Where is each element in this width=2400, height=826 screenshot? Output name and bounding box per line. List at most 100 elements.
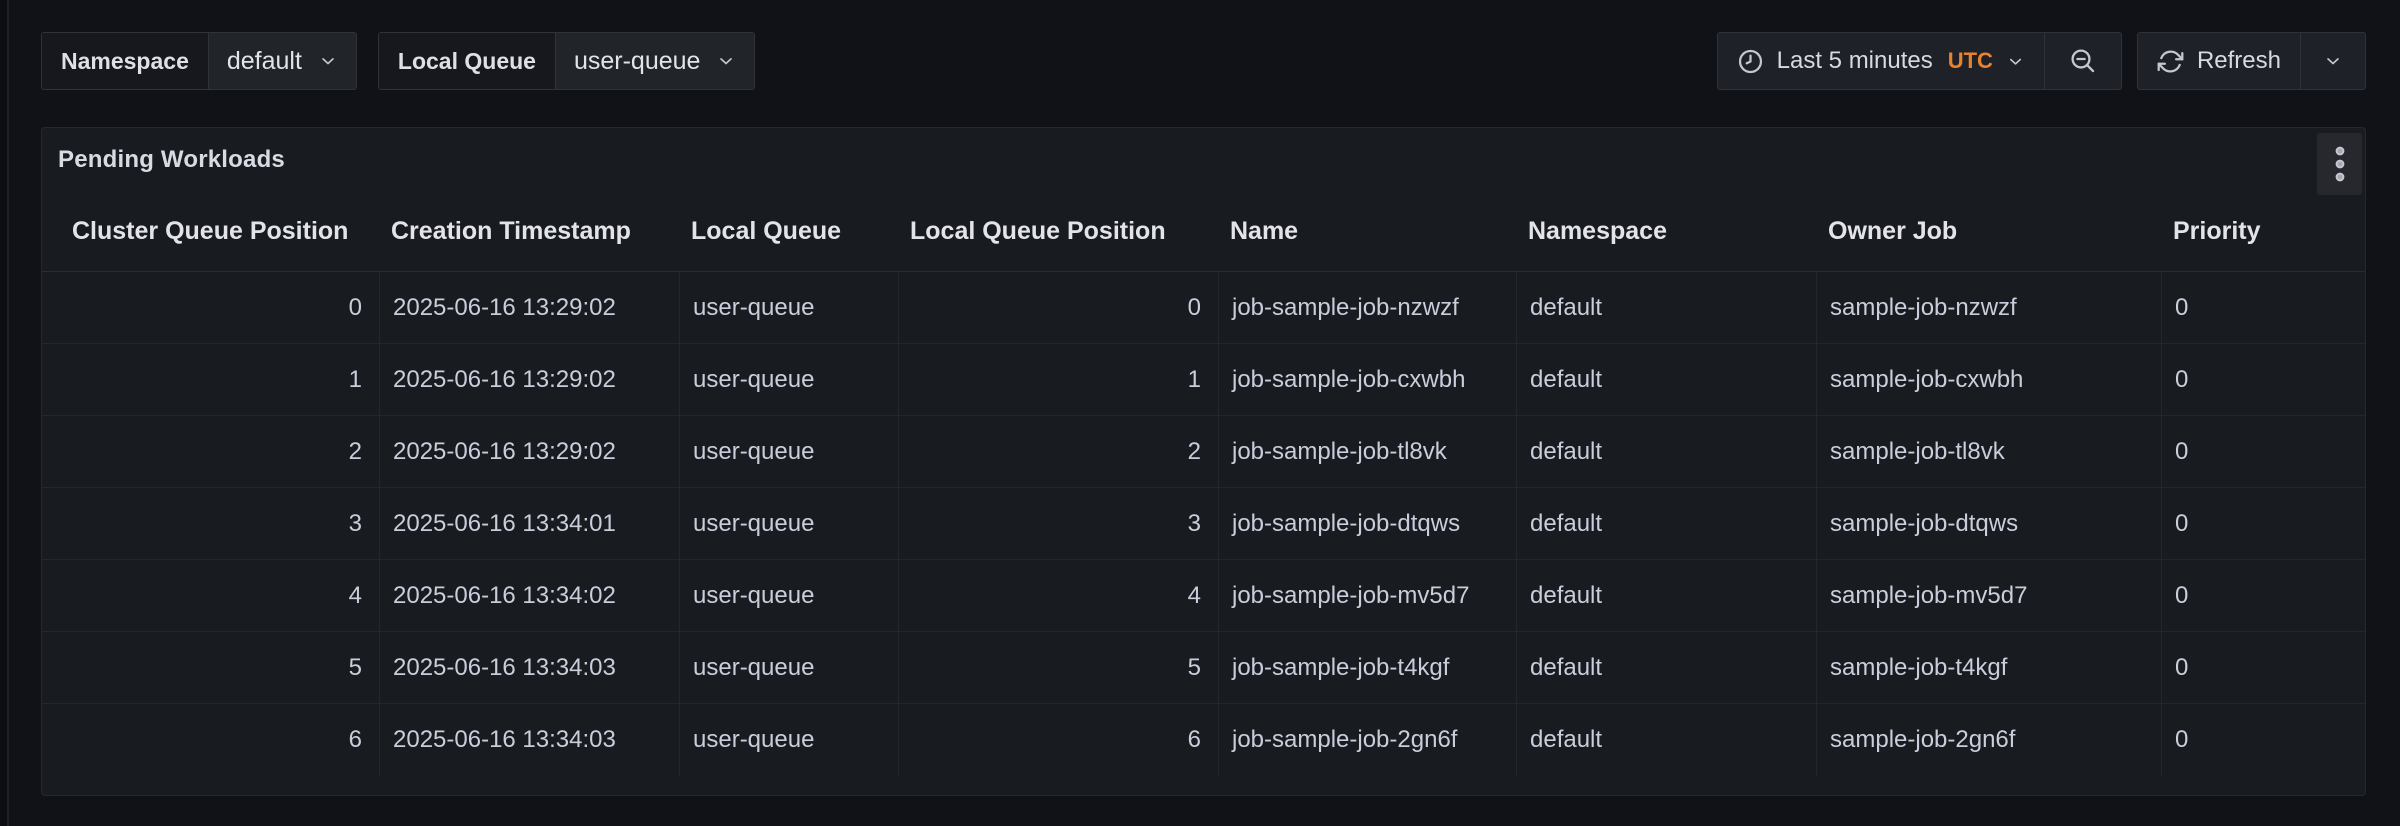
table-cell-local-queue-position: 0 (898, 272, 1218, 343)
variable-namespace-select[interactable]: default (209, 33, 356, 89)
table-cell-name: job-sample-job-mv5d7 (1218, 560, 1516, 631)
table-cell-namespace: default (1516, 416, 1816, 487)
table-cell-local-queue: user-queue (679, 560, 898, 631)
table-cell-local-queue-position: 1 (898, 344, 1218, 415)
variable-namespace-value: default (227, 47, 302, 76)
table-cell-creation-timestamp: 2025-06-16 13:29:02 (379, 272, 679, 343)
column-header-creation-timestamp[interactable]: Creation Timestamp (379, 191, 679, 271)
table-cell-owner-job: sample-job-t4kgf (1816, 632, 2161, 703)
time-zoom-out-button[interactable] (2044, 32, 2122, 90)
table-cell-local-queue: user-queue (679, 344, 898, 415)
table-cell-owner-job: sample-job-dtqws (1816, 488, 2161, 559)
table-cell-local-queue-position: 3 (898, 488, 1218, 559)
table-row: 22025-06-16 13:29:02user-queue2job-sampl… (42, 416, 2365, 488)
table-cell-cluster-queue-position: 6 (42, 704, 379, 776)
table-cell-creation-timestamp: 2025-06-16 13:34:01 (379, 488, 679, 559)
table-cell-creation-timestamp: 2025-06-16 13:34:03 (379, 704, 679, 776)
refresh-label: Refresh (2197, 47, 2281, 75)
time-range-label: Last 5 minutes (1777, 47, 1933, 75)
table-cell-namespace: default (1516, 272, 1816, 343)
dashboard-toolbar: Namespace default Local Queue user-queue (41, 32, 2366, 90)
table-cell-creation-timestamp: 2025-06-16 13:29:02 (379, 344, 679, 415)
table-cell-local-queue: user-queue (679, 416, 898, 487)
table-cell-name: job-sample-job-cxwbh (1218, 344, 1516, 415)
table-cell-namespace: default (1516, 560, 1816, 631)
table-row: 42025-06-16 13:34:02user-queue4job-sampl… (42, 560, 2365, 632)
table-header-row: Cluster Queue PositionCreation Timestamp… (42, 191, 2365, 272)
table-cell-owner-job: sample-job-2gn6f (1816, 704, 2161, 776)
table-cell-cluster-queue-position: 4 (42, 560, 379, 631)
table-cell-creation-timestamp: 2025-06-16 13:34:03 (379, 632, 679, 703)
table-cell-creation-timestamp: 2025-06-16 13:34:02 (379, 560, 679, 631)
table-cell-creation-timestamp: 2025-06-16 13:29:02 (379, 416, 679, 487)
table-cell-cluster-queue-position: 1 (42, 344, 379, 415)
page-left-strip (0, 0, 7, 826)
time-controls: Last 5 minutes UTC (1717, 32, 2366, 90)
table-cell-cluster-queue-position: 0 (42, 272, 379, 343)
variable-local-queue-value: user-queue (574, 47, 700, 76)
column-header-namespace[interactable]: Namespace (1516, 191, 1816, 271)
table-cell-cluster-queue-position: 3 (42, 488, 379, 559)
variable-namespace-label: Namespace (42, 33, 209, 89)
table-cell-namespace: default (1516, 704, 1816, 776)
column-header-cluster-queue-position[interactable]: Cluster Queue Position (42, 191, 379, 271)
table-row: 62025-06-16 13:34:03user-queue6job-sampl… (42, 704, 2365, 776)
refresh-group: Refresh (2137, 32, 2366, 90)
refresh-icon (2157, 48, 2184, 75)
column-header-local-queue-position[interactable]: Local Queue Position (898, 191, 1218, 271)
dashboard-variables: Namespace default Local Queue user-queue (41, 32, 755, 90)
table-cell-local-queue: user-queue (679, 632, 898, 703)
table-cell-local-queue-position: 5 (898, 632, 1218, 703)
refresh-interval-dropdown[interactable] (2300, 32, 2366, 90)
table-cell-priority: 0 (2161, 416, 2365, 487)
page-edge-divider (7, 0, 9, 826)
table-cell-namespace: default (1516, 632, 1816, 703)
table-cell-owner-job: sample-job-nzwzf (1816, 272, 2161, 343)
table-cell-namespace: default (1516, 488, 1816, 559)
pending-workloads-panel: Pending Workloads Cluster Queue Position… (41, 127, 2366, 796)
chevron-down-icon (716, 51, 736, 71)
table-cell-namespace: default (1516, 344, 1816, 415)
table-row: 02025-06-16 13:29:02user-queue0job-sampl… (42, 272, 2365, 344)
column-header-owner-job[interactable]: Owner Job (1816, 191, 2161, 271)
column-header-priority[interactable]: Priority (2161, 191, 2365, 271)
panel-menu-button[interactable] (2317, 133, 2362, 195)
variable-local-queue: Local Queue user-queue (378, 32, 756, 90)
table-cell-owner-job: sample-job-tl8vk (1816, 416, 2161, 487)
table-cell-local-queue-position: 2 (898, 416, 1218, 487)
table-cell-priority: 0 (2161, 272, 2365, 343)
variable-namespace: Namespace default (41, 32, 357, 90)
table-cell-local-queue: user-queue (679, 272, 898, 343)
zoom-out-icon (2069, 47, 2097, 75)
time-range-picker[interactable]: Last 5 minutes UTC (1717, 32, 2045, 90)
table-cell-priority: 0 (2161, 632, 2365, 703)
timezone-label: UTC (1948, 48, 1993, 74)
column-header-name[interactable]: Name (1218, 191, 1516, 271)
table-cell-name: job-sample-job-2gn6f (1218, 704, 1516, 776)
table-row: 52025-06-16 13:34:03user-queue5job-sampl… (42, 632, 2365, 704)
table-cell-local-queue-position: 6 (898, 704, 1218, 776)
chevron-down-icon (318, 51, 338, 71)
kebab-menu-icon (2335, 146, 2345, 182)
refresh-button[interactable]: Refresh (2137, 32, 2301, 90)
table-body: 02025-06-16 13:29:02user-queue0job-sampl… (42, 272, 2365, 776)
clock-icon (1737, 48, 1764, 75)
table-cell-name: job-sample-job-t4kgf (1218, 632, 1516, 703)
time-picker-group: Last 5 minutes UTC (1717, 32, 2122, 90)
table-cell-name: job-sample-job-tl8vk (1218, 416, 1516, 487)
table-cell-local-queue: user-queue (679, 488, 898, 559)
table-cell-local-queue-position: 4 (898, 560, 1218, 631)
table-cell-priority: 0 (2161, 704, 2365, 776)
table-cell-owner-job: sample-job-mv5d7 (1816, 560, 2161, 631)
column-header-local-queue[interactable]: Local Queue (679, 191, 898, 271)
pending-workloads-table: Cluster Queue PositionCreation Timestamp… (42, 191, 2365, 776)
panel-title: Pending Workloads (58, 146, 285, 174)
table-cell-name: job-sample-job-nzwzf (1218, 272, 1516, 343)
table-cell-priority: 0 (2161, 344, 2365, 415)
table-row: 12025-06-16 13:29:02user-queue1job-sampl… (42, 344, 2365, 416)
table-cell-cluster-queue-position: 5 (42, 632, 379, 703)
chevron-down-icon (2006, 52, 2025, 71)
variable-local-queue-select[interactable]: user-queue (556, 33, 754, 89)
table-cell-owner-job: sample-job-cxwbh (1816, 344, 2161, 415)
table-cell-priority: 0 (2161, 488, 2365, 559)
